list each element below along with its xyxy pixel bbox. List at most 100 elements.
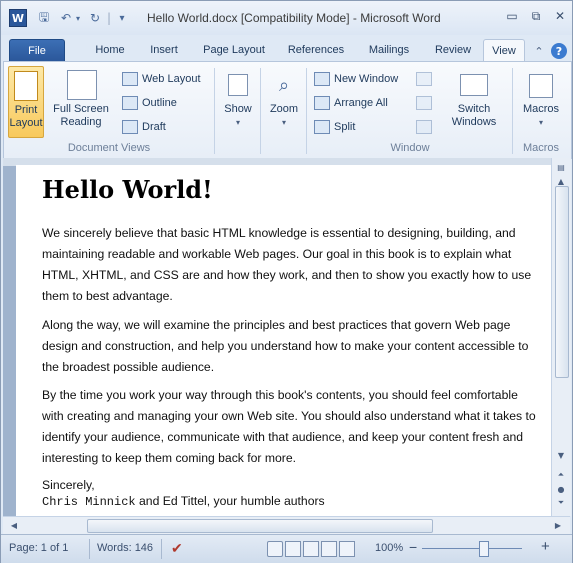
help-icon[interactable]: ? [551,43,567,59]
show-dropdown-icon: ▾ [235,118,240,127]
arrange-all-button[interactable]: Arrange All [314,94,388,112]
outline-icon [122,96,138,110]
full-screen-reading-view-icon[interactable] [285,541,301,557]
horizontal-scroll-thumb[interactable] [87,519,433,533]
print-layout-button[interactable]: Print Layout [8,66,44,138]
window-title: Hello World.docx [Compatibility Mode] - … [147,11,441,25]
zoom-dropdown-icon: ▾ [281,118,286,127]
close-icon[interactable]: ✕ [549,7,571,25]
draft-icon [122,120,138,134]
draft-view-icon[interactable] [339,541,355,557]
zoom-button[interactable]: ⌕ Zoom ▾ [264,66,304,136]
tab-mailings[interactable]: Mailings [361,39,417,61]
redo-icon[interactable]: ↻ [87,9,103,27]
full-screen-reading-button[interactable]: Full Screen Reading [46,66,116,136]
new-window-icon [314,72,330,86]
group-label-macros: Macros [522,142,560,154]
tab-insert[interactable]: Insert [141,39,187,61]
previous-page-icon[interactable]: ⏶ [554,468,568,482]
switch-windows-button[interactable]: Switch Windows [444,66,504,136]
undo-icon[interactable]: ↶ [59,9,73,27]
customize-toolbar-icon[interactable]: ▾ [115,9,129,27]
print-layout-view-icon[interactable] [267,541,283,557]
full-screen-reading-icon [67,70,97,100]
status-divider [89,539,90,559]
switch-windows-label-1: Switch [457,103,491,115]
tab-page-layout[interactable]: Page Layout [197,39,271,61]
macros-dropdown-icon: ▾ [538,118,543,127]
show-button[interactable]: Show ▾ [218,66,258,136]
word-window: W 🖫 ↶ ▾ ↻ | ▾ Hello World.docx [Compatib… [0,0,573,563]
scroll-left-icon[interactable]: ◀ [7,518,21,532]
split-label: Split [334,121,356,133]
switch-windows-icon [460,70,488,100]
toolbar-divider: | [106,11,112,25]
print-layout-icon [12,71,40,101]
zoom-slider-thumb[interactable] [479,541,489,557]
tab-home[interactable]: Home [87,39,133,61]
tab-file[interactable]: File [9,39,65,62]
show-label: Show [224,103,252,115]
tab-view[interactable]: View [483,39,525,62]
new-window-label: New Window [334,73,399,85]
vertical-scroll-thumb[interactable] [555,186,569,378]
new-window-button[interactable]: New Window [314,70,398,88]
paragraph: Along the way, we will examine the princ… [42,318,529,374]
zoom-label: Zoom [269,103,299,115]
paragraph: By the time you work your way through th… [42,388,536,465]
tab-review[interactable]: Review [429,39,477,61]
full-screen-label-2: Reading [60,116,102,128]
web-layout-button[interactable]: Web Layout [122,70,201,88]
web-layout-view-icon[interactable] [303,541,319,557]
group-label-window: Window [390,142,430,154]
view-side-by-side-button[interactable] [416,70,436,88]
synchronous-scrolling-button[interactable] [416,94,436,112]
zoom-in-icon[interactable]: + [541,538,550,555]
scroll-down-icon[interactable]: ▼ [554,448,568,462]
outline-label: Outline [142,97,177,109]
signature-line: Chris Minnick and Ed Tittel, your humble… [42,491,542,513]
arrange-all-icon [314,96,330,110]
group-divider [214,68,215,154]
document-area: Hello World! We sincerely believe that b… [3,158,551,516]
page-count[interactable]: Page: 1 of 1 [9,542,68,554]
ruler-toggle-icon[interactable]: ▤ [554,160,568,174]
word-count[interactable]: Words: 146 [97,542,153,554]
restore-icon[interactable]: ⧉ [525,7,547,25]
show-icon [224,70,252,100]
ribbon: Print Layout Full Screen Reading Web Lay… [3,61,572,159]
ribbon-collapse-icon[interactable]: ⌃ [531,43,547,59]
group-divider [512,68,513,154]
zoom-out-icon[interactable]: − [409,539,417,555]
document-page[interactable]: Hello World! We sincerely believe that b… [16,165,551,516]
reset-window-position-button[interactable] [416,118,436,136]
select-browse-object-icon[interactable]: ● [554,482,568,496]
vertical-scrollbar[interactable]: ▤ ▲ ▼ ⏶ ● ⏷ [551,158,571,516]
next-page-icon[interactable]: ⏷ [554,496,568,510]
document-heading: Hello World! [42,175,213,204]
ribbon-tabs: File Home Insert Page Layout References … [1,35,572,62]
minimize-icon[interactable]: ▭ [501,7,523,25]
zoom-level[interactable]: 100% [375,542,403,554]
magnifier-icon: ⌕ [278,74,290,95]
signature-rest: and Ed Tittel, your humble authors [135,494,325,508]
horizontal-scrollbar[interactable]: ◀ ▶ [3,516,570,534]
macros-icon [527,70,555,100]
group-label-document-views: Document Views [67,142,151,154]
proofing-icon[interactable]: ✔ [171,540,183,557]
status-bar: Page: 1 of 1 Words: 146 ✔ 100% − + [1,534,572,563]
macros-label: Macros [522,103,560,115]
save-icon[interactable]: 🖫 [35,9,53,27]
split-button[interactable]: Split [314,118,355,136]
scroll-right-icon[interactable]: ▶ [551,518,565,532]
zoom-slider-track[interactable] [422,548,522,549]
draft-button[interactable]: Draft [122,118,166,136]
outline-button[interactable]: Outline [122,94,177,112]
outline-view-icon[interactable] [321,541,337,557]
word-app-icon[interactable]: W [9,9,27,27]
signature-author: Chris Minnick [42,495,136,509]
macros-button[interactable]: Macros ▾ [516,66,566,136]
web-layout-icon [122,72,138,86]
undo-dropdown-icon[interactable]: ▾ [73,9,83,27]
tab-references[interactable]: References [283,39,349,61]
